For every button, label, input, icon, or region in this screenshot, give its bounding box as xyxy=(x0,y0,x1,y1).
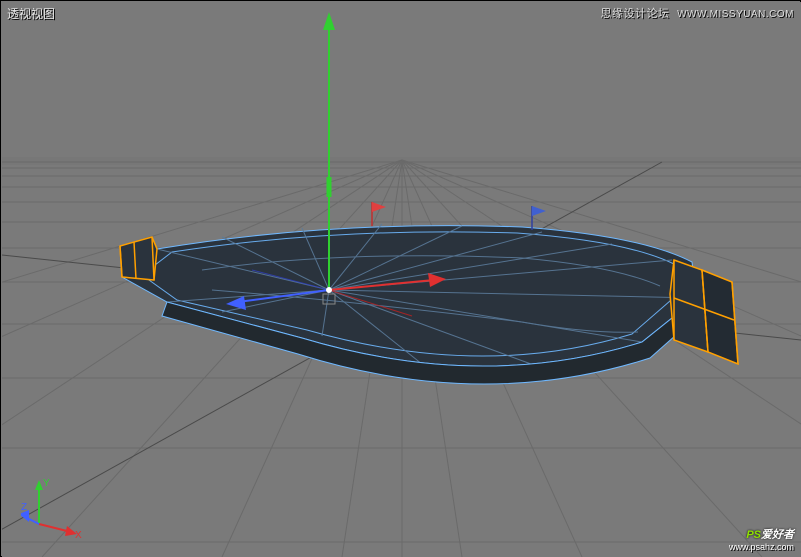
viewport-label: 透视视图 xyxy=(7,5,55,22)
axis-x-label: X xyxy=(75,530,82,541)
watermark-top-right-text: 思缘设计论坛 xyxy=(601,8,670,20)
axis-z-label: Z xyxy=(21,502,27,513)
watermark-bottom-right: PS爱好者 www.psahz.com xyxy=(729,526,794,552)
watermark-top-right: 思缘设计论坛 WWW.MISSYUAN.COM xyxy=(601,5,794,21)
brand-url: www.psahz.com xyxy=(729,542,794,552)
watermark-top-right-url: WWW.MISSYUAN.COM xyxy=(677,9,794,20)
axis-y-label: Y xyxy=(43,478,50,489)
brand-suffix: 爱好者 xyxy=(761,529,794,541)
viewport-frame: 透视视图 思缘设计论坛 WWW.MISSYUAN.COM PS爱好者 www.p… xyxy=(0,0,801,557)
nav-axis-gizmo[interactable]: Y X Z xyxy=(21,472,91,542)
viewport-canvas[interactable] xyxy=(2,2,801,557)
brand-prefix: PS xyxy=(746,529,761,541)
